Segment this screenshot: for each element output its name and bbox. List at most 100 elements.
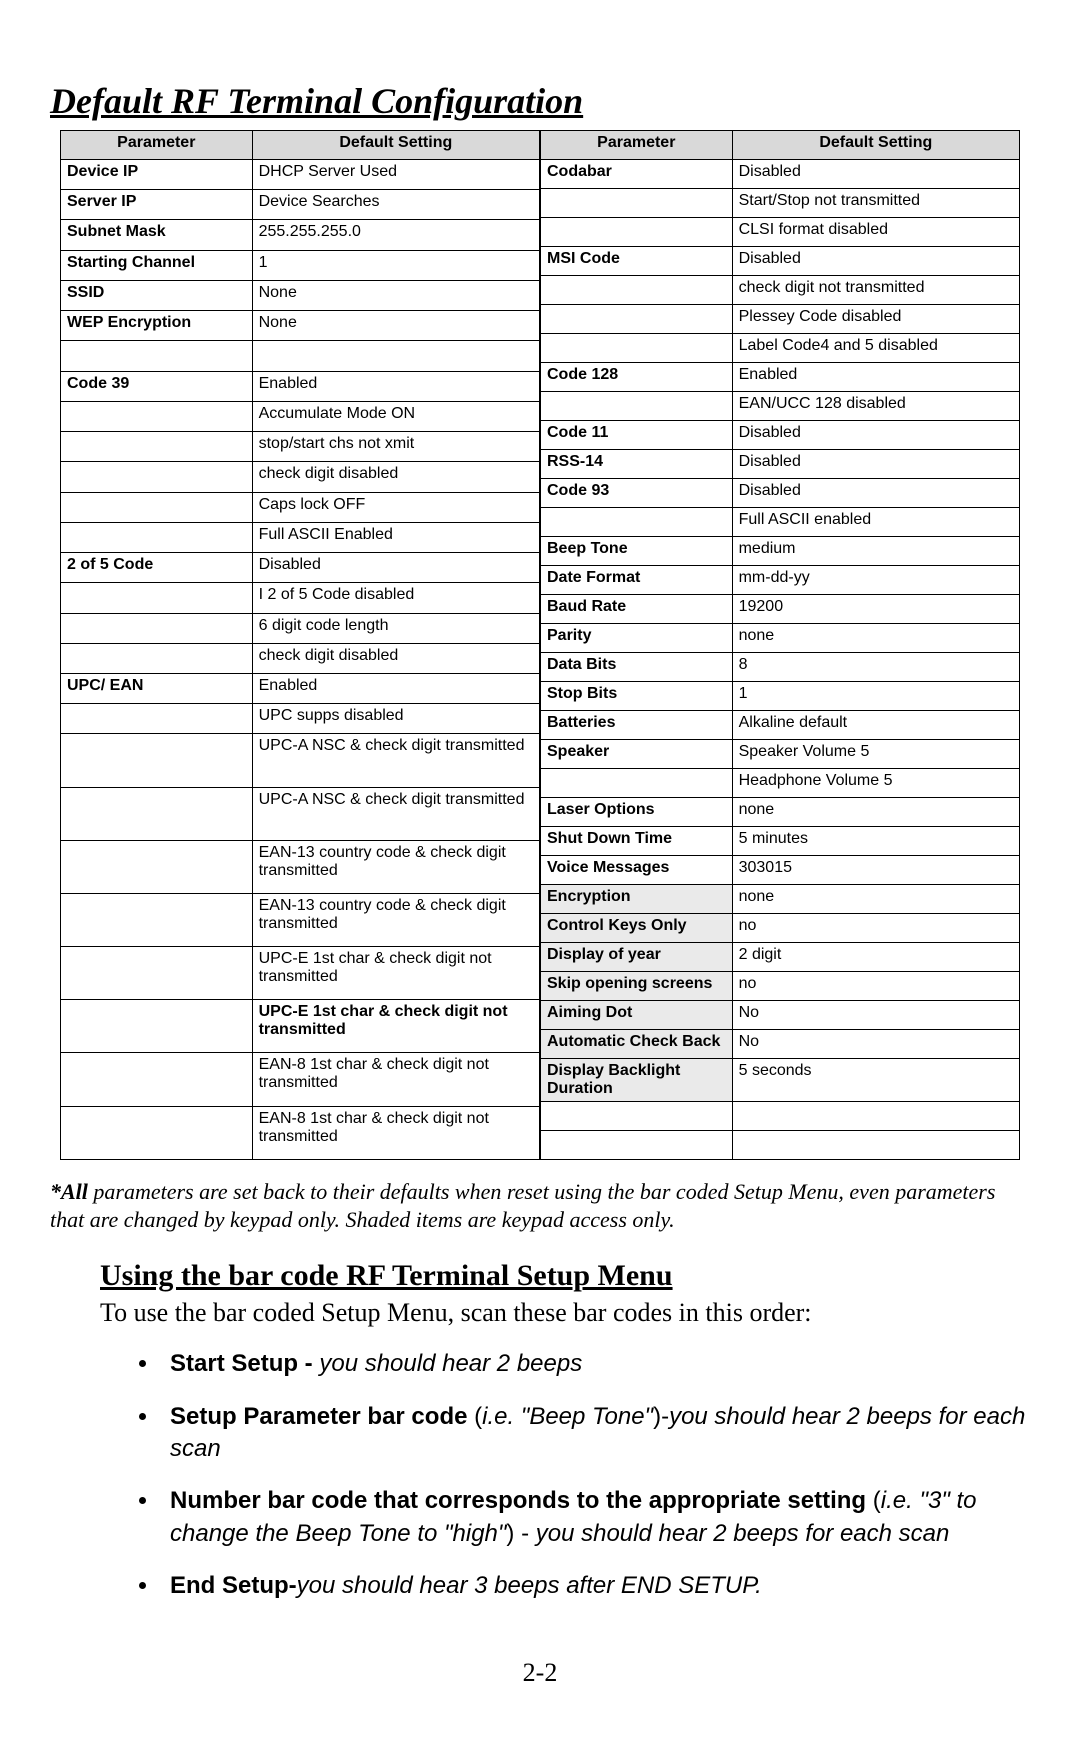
param-cell: Control Keys Only: [541, 914, 733, 943]
default-cell: Enabled: [732, 363, 1019, 392]
table-row: Date Formatmm-dd-yy: [541, 566, 1020, 595]
default-cell: UPC-A NSC & check digit transmitted: [252, 734, 539, 787]
param-cell: [61, 840, 253, 893]
footnote: *All parameters are set back to their de…: [50, 1178, 1030, 1233]
list-item-italic: you should hear 3 beeps after END SETUP.: [297, 1572, 762, 1599]
table-row: Device IPDHCP Server Used: [61, 160, 540, 190]
param-cell: Automatic Check Back: [541, 1030, 733, 1059]
default-cell: no: [732, 972, 1019, 1001]
list-item: Setup Parameter bar code (i.e. "Beep Ton…: [160, 1401, 1040, 1466]
param-cell: Parity: [541, 624, 733, 653]
param-cell: [61, 734, 253, 787]
instruction-list: Start Setup - you should hear 2 beeps Se…: [160, 1348, 1040, 1602]
table-row: SpeakerSpeaker Volume 5: [541, 740, 1020, 769]
default-cell: check digit disabled: [252, 643, 539, 673]
table-row: Beep Tonemedium: [541, 537, 1020, 566]
table-row: Code 93Disabled: [541, 479, 1020, 508]
default-cell: EAN-13 country code & check digit transm…: [252, 840, 539, 893]
param-cell: [61, 462, 253, 492]
table-row: Voice Messages303015: [541, 856, 1020, 885]
param-cell: Display of year: [541, 943, 733, 972]
param-cell: [541, 189, 733, 218]
param-cell: WEP Encryption: [61, 311, 253, 341]
table-row: Starting Channel1: [61, 250, 540, 280]
param-cell: [541, 508, 733, 537]
default-cell: 8: [732, 653, 1019, 682]
param-cell: [61, 341, 253, 371]
param-cell: Codabar: [541, 160, 733, 189]
table-row: Display Backlight Duration5 seconds: [541, 1059, 1020, 1102]
list-item-text: (: [474, 1403, 482, 1430]
default-cell: UPC-A NSC & check digit transmitted: [252, 787, 539, 840]
table-row: I 2 of 5 Code disabled: [61, 583, 540, 613]
default-cell: 1: [732, 682, 1019, 711]
list-item-italic: i.e. "Beep Tone": [482, 1403, 653, 1430]
table-row: Server IPDevice Searches: [61, 190, 540, 220]
table-row: CLSI format disabled: [541, 218, 1020, 247]
table-row: UPC-A NSC & check digit transmitted: [61, 734, 540, 787]
table-row: Encryptionnone: [541, 885, 1020, 914]
table-row: [61, 341, 540, 371]
param-cell: Baud Rate: [541, 595, 733, 624]
param-cell: [61, 947, 253, 1000]
default-cell: CLSI format disabled: [732, 218, 1019, 247]
param-cell: Voice Messages: [541, 856, 733, 885]
param-cell: [541, 305, 733, 334]
table-row: Control Keys Onlyno: [541, 914, 1020, 943]
col-header-parameter: Parameter: [61, 131, 253, 160]
default-cell: None: [252, 311, 539, 341]
table-row: Caps lock OFF: [61, 492, 540, 522]
param-cell: Display Backlight Duration: [541, 1059, 733, 1102]
param-cell: [61, 432, 253, 462]
table-row: Baud Rate19200: [541, 595, 1020, 624]
default-cell: Full ASCII enabled: [732, 508, 1019, 537]
param-cell: Code 128: [541, 363, 733, 392]
default-cell: [732, 1102, 1019, 1131]
default-cell: UPC supps disabled: [252, 704, 539, 734]
table-row: check digit not transmitted: [541, 276, 1020, 305]
default-cell: 255.255.255.0: [252, 220, 539, 250]
col-header-parameter: Parameter: [541, 131, 733, 160]
param-cell: Server IP: [61, 190, 253, 220]
table-row: Code 39Enabled: [61, 371, 540, 401]
table-row: EAN-8 1st char & check digit not transmi…: [61, 1106, 540, 1159]
table-row: Code 11Disabled: [541, 421, 1020, 450]
table-row: Automatic Check BackNo: [541, 1030, 1020, 1059]
list-item-bold: Start Setup -: [170, 1350, 319, 1377]
param-cell: Speaker: [541, 740, 733, 769]
table-row: BatteriesAlkaline default: [541, 711, 1020, 740]
default-cell: Accumulate Mode ON: [252, 401, 539, 431]
param-cell: SSID: [61, 280, 253, 310]
default-cell: check digit disabled: [252, 462, 539, 492]
table-row: EAN/UCC 128 disabled: [541, 392, 1020, 421]
default-cell: none: [732, 798, 1019, 827]
list-item-bold: Setup Parameter bar code: [170, 1403, 474, 1430]
param-cell: [61, 1053, 253, 1106]
page-number: 2-2: [0, 1658, 1080, 1688]
default-cell: Disabled: [732, 247, 1019, 276]
table-row: UPC-E 1st char & check digit not transmi…: [61, 947, 540, 1000]
default-cell: EAN/UCC 128 disabled: [732, 392, 1019, 421]
table-row: UPC supps disabled: [61, 704, 540, 734]
param-cell: Code 11: [541, 421, 733, 450]
page: Default RF Terminal Configuration Parame…: [0, 0, 1080, 1748]
param-cell: Aiming Dot: [541, 1001, 733, 1030]
param-cell: [541, 769, 733, 798]
default-cell: EAN-8 1st char & check digit not transmi…: [252, 1053, 539, 1106]
table-row: Full ASCII enabled: [541, 508, 1020, 537]
default-cell: Speaker Volume 5: [732, 740, 1019, 769]
default-cell: medium: [732, 537, 1019, 566]
default-cell: Enabled: [252, 371, 539, 401]
default-cell: no: [732, 914, 1019, 943]
param-cell: [61, 613, 253, 643]
list-item-bold: Number bar code that corresponds to the …: [170, 1487, 866, 1514]
param-cell: [541, 276, 733, 305]
table-row: Paritynone: [541, 624, 1020, 653]
footnote-emph: *All: [50, 1179, 88, 1204]
list-item-text: (: [866, 1487, 881, 1514]
param-cell: Starting Channel: [61, 250, 253, 280]
default-cell: stop/start chs not xmit: [252, 432, 539, 462]
table-row: Aiming DotNo: [541, 1001, 1020, 1030]
default-cell: Plessey Code disabled: [732, 305, 1019, 334]
param-cell: [61, 522, 253, 552]
